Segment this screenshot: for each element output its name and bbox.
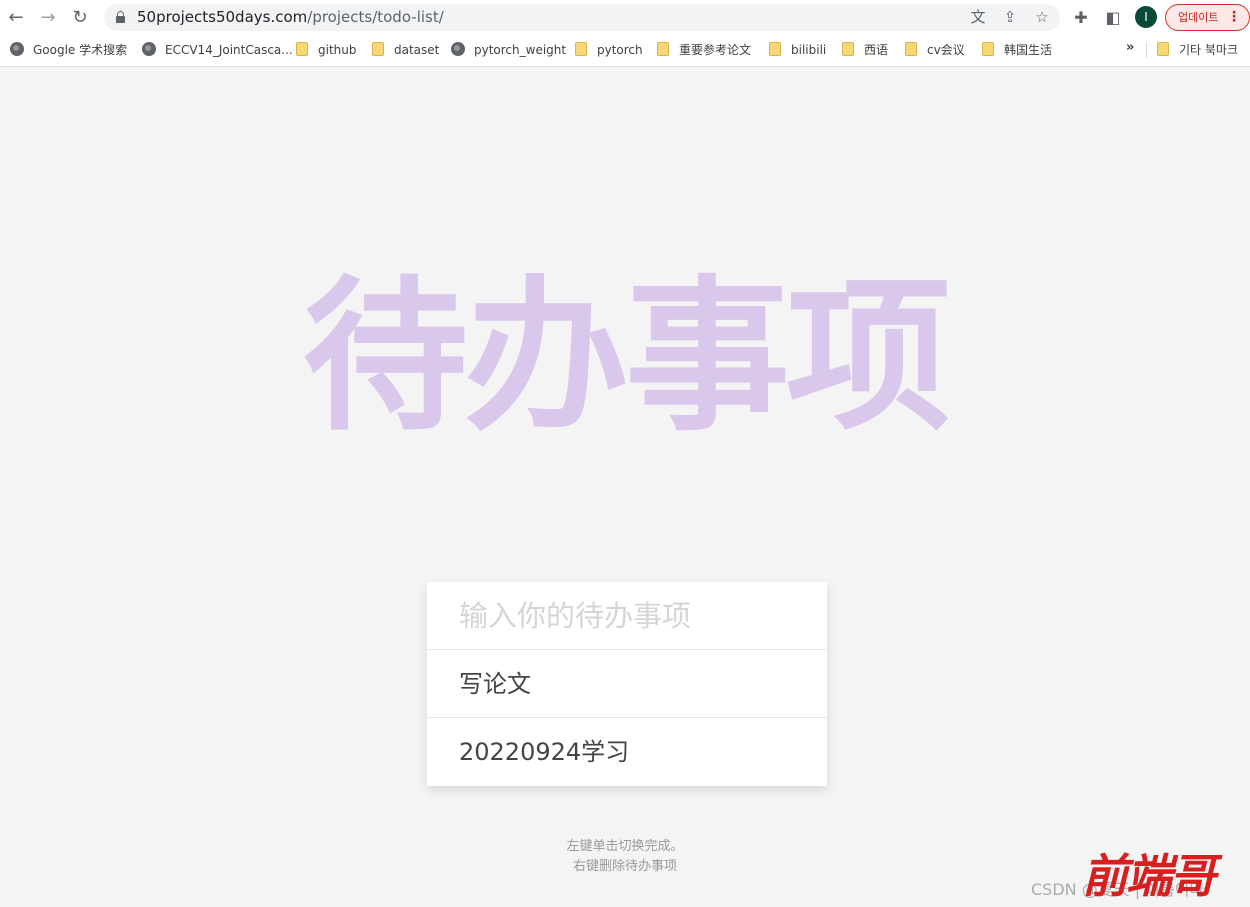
folder-icon (982, 42, 994, 56)
todo-item[interactable]: 写论文 (427, 650, 827, 718)
bookmark-label: bilibili (791, 43, 827, 57)
bookmarks-divider (1146, 42, 1147, 58)
other-bookmarks-label: 기타 북마크 (1179, 43, 1239, 57)
bookmark-label: 韩国生活 (1004, 43, 1053, 57)
address-bar[interactable]: 50projects50days.com/projects/todo-list/… (104, 4, 1060, 31)
url-text[interactable]: 50projects50days.com/projects/todo-list/ (137, 8, 444, 26)
todo-input[interactable] (427, 582, 827, 650)
folder-icon (372, 42, 384, 56)
bookmark-item[interactable]: 西语 (842, 40, 888, 60)
bookmark-label: cv会议 (927, 43, 965, 57)
bookmark-label: 重要参考论文 (679, 43, 752, 57)
seal-logo: 前端哥 (1082, 849, 1216, 903)
todo-item[interactable]: 20220924学习 (427, 718, 827, 786)
bookmark-item[interactable]: pytorch (575, 40, 643, 60)
bookmark-item[interactable]: cv会议 (905, 40, 965, 60)
todo-form: 写论文 20220924学习 (427, 582, 827, 786)
globe-icon (10, 42, 24, 56)
folder-icon (296, 42, 308, 56)
url-host: 50projects50days.com (137, 8, 308, 26)
bookmarks-bar: Google 学术搜索 ECCV14_JointCasca... github … (0, 35, 1250, 67)
folder-icon (657, 42, 669, 56)
bookmark-label: ECCV14_JointCasca... (165, 43, 293, 57)
update-label: 업데이트 (1178, 11, 1219, 24)
bookmark-item[interactable]: ECCV14_JointCasca... (142, 40, 293, 60)
other-bookmarks[interactable]: 기타 북마크 (1157, 40, 1238, 60)
back-arrow-icon[interactable]: ← (6, 8, 26, 28)
folder-icon (905, 42, 917, 56)
avatar[interactable]: I (1135, 6, 1157, 28)
bookmark-item[interactable]: 韩国生活 (982, 40, 1052, 60)
url-path: /projects/todo-list/ (307, 8, 444, 26)
browser-toolbar: ← → ↻ 50projects50days.com/projects/todo… (0, 0, 1250, 35)
folder-icon (842, 42, 854, 56)
translate-icon[interactable]: 文 (968, 7, 988, 27)
bookmark-item[interactable]: Google 学术搜索 (10, 40, 127, 60)
hint-left-click: 左键单击切换完成。 (566, 839, 684, 854)
bookmark-label: Google 学术搜索 (33, 43, 128, 57)
bookmark-label: pytorch (597, 43, 643, 57)
folder-icon (575, 42, 587, 56)
star-icon[interactable]: ☆ (1032, 7, 1052, 27)
folder-icon (769, 42, 781, 56)
globe-icon (142, 42, 156, 56)
lock-icon[interactable] (116, 11, 125, 23)
kebab-menu-icon[interactable]: ⋮ (1227, 5, 1241, 30)
puzzle-icon[interactable]: ✚ (1070, 7, 1092, 29)
forward-arrow-icon[interactable]: → (38, 8, 58, 28)
bookmark-label: 西语 (864, 43, 889, 57)
bookmark-label: github (318, 43, 357, 57)
bookmark-item[interactable]: pytorch_weight (451, 40, 566, 60)
bookmark-item[interactable]: dataset (372, 40, 439, 60)
reload-icon[interactable]: ↻ (70, 8, 90, 28)
page-title: 待办事项 (303, 261, 951, 453)
side-panel-icon[interactable]: ◧ (1102, 7, 1124, 29)
bookmark-item[interactable]: 重要参考论文 (657, 40, 751, 60)
hint-right-click: 右键删除待办事项 (572, 859, 677, 874)
bookmark-item[interactable]: bilibili (769, 40, 826, 60)
globe-icon (451, 42, 465, 56)
bookmark-label: dataset (394, 43, 440, 57)
bookmark-label: pytorch_weight (474, 43, 567, 57)
folder-icon (1157, 42, 1169, 56)
bookmarks-overflow-button[interactable]: » (1126, 40, 1134, 55)
share-icon[interactable]: ⇪ (1000, 7, 1020, 27)
update-button[interactable]: 업데이트 ⋮ (1165, 4, 1250, 31)
bookmark-item[interactable]: github (296, 40, 356, 60)
